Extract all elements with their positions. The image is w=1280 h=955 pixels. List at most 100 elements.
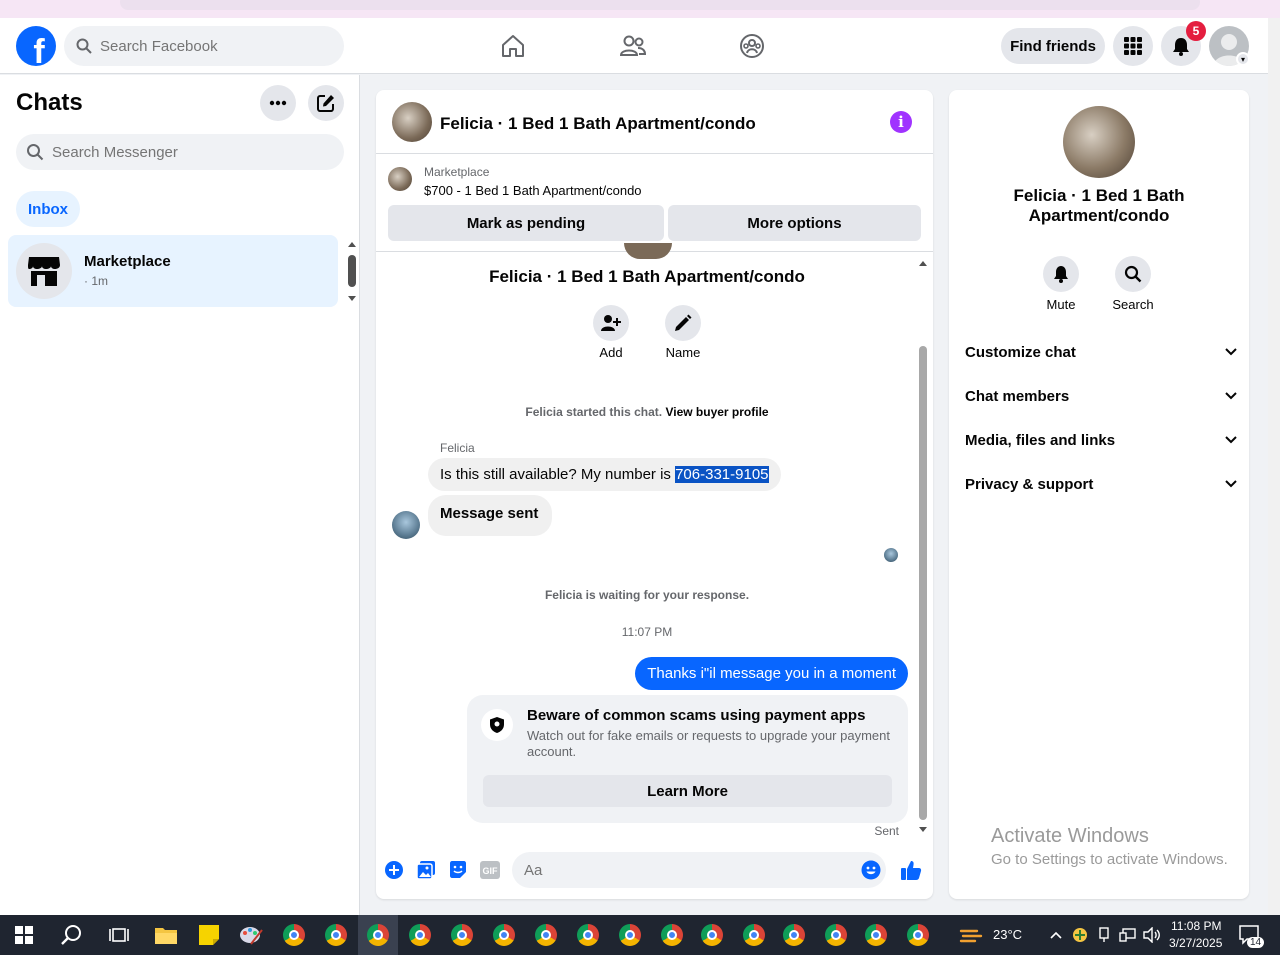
message-thread: Felicia · 1 Bed 1 Bath Apartment/condo A… [376,243,933,843]
mark-as-pending-button[interactable]: Mark as pending [388,205,664,241]
volume-icon[interactable] [1138,921,1166,949]
conversation-avatar[interactable] [392,102,432,142]
weather-icon[interactable] [958,921,986,949]
chrome-browser-icon[interactable] [698,921,726,949]
message-timestamp: 11:07 PM [621,625,673,639]
mute-button[interactable]: Mute [1031,256,1091,312]
edit-name-button[interactable]: Name [653,305,713,360]
privacy-support-label: Privacy & support [965,475,1094,493]
chrome-browser-icon[interactable] [740,921,768,949]
view-buyer-profile-link[interactable]: View buyer profile [665,405,768,419]
thread-scrollbar-thumb[interactable] [919,346,927,820]
find-friends-button[interactable]: Find friends [1001,28,1105,64]
chrome-browser-icon[interactable] [406,921,434,949]
more-options-icon[interactable] [260,85,296,121]
sent-status: Sent [874,824,899,838]
search-icon [1115,256,1151,292]
groups-icon[interactable] [736,30,768,62]
message-input[interactable] [524,861,844,879]
chat-info-panel: Felicia · 1 Bed 1 Bath Apartment/condo M… [949,90,1249,899]
new-message-icon[interactable] [308,85,344,121]
phone-number-selected[interactable]: 706-331-9105 [675,466,769,483]
sticky-notes-icon[interactable] [195,921,223,949]
facebook-search[interactable] [64,26,344,66]
media-files-links-row[interactable]: Media, files and links [965,426,1237,454]
chrome-browser-icon[interactable] [322,921,350,949]
weather-temperature[interactable]: 23°C [993,927,1022,942]
chat-members-row[interactable]: Chat members [965,382,1237,410]
chrome-browser-icon[interactable] [780,921,808,949]
chrome-browser-icon[interactable] [280,921,308,949]
message-input-wrapper[interactable] [512,852,886,888]
chat-item-name: Marketplace [84,253,171,270]
task-view-icon[interactable] [105,921,133,949]
thumbs-up-icon[interactable] [899,859,923,881]
gif-icon[interactable]: GIF [479,859,501,881]
chat-list-scrollbar[interactable] [346,237,358,307]
scam-warning-body: Watch out for fake emails or requests to… [527,728,890,759]
pencil-icon [665,305,701,341]
marketplace-listing-bar: Marketplace $700 - 1 Bed 1 Bath Apartmen… [376,155,933,252]
taskbar-date[interactable]: 3/27/2025 [1169,936,1222,950]
photo-icon[interactable] [415,859,437,881]
page-scrollbar[interactable] [1268,18,1280,915]
paint-app-icon[interactable] [237,921,265,949]
chrome-browser-icon[interactable] [616,921,644,949]
messenger-search-input[interactable] [52,143,322,161]
friends-icon[interactable] [617,30,649,62]
waiting-notice: Felicia is waiting for your response. [544,588,750,602]
messenger-search[interactable] [16,134,344,170]
conversation-title[interactable]: Felicia · 1 Bed 1 Bath Apartment/condo [440,114,756,134]
home-icon[interactable] [497,30,529,62]
taskbar-search-icon[interactable] [58,921,86,949]
more-options-button[interactable]: More options [668,205,921,241]
chrome-browser-icon[interactable] [574,921,602,949]
facebook-logo[interactable]: f [16,26,56,66]
windows-start-icon[interactable] [10,921,38,949]
chat-members-label: Chat members [965,387,1070,405]
emoji-icon[interactable] [860,859,882,881]
chrome-browser-icon[interactable] [448,921,476,949]
facebook-search-input[interactable] [100,37,320,55]
sender-avatar[interactable] [392,511,420,539]
menu-grid-icon[interactable] [1113,26,1153,66]
inbox-tab[interactable]: Inbox [16,191,80,227]
listing-thumbnail[interactable] [388,167,412,191]
info-icon[interactable]: i [890,111,912,133]
taskbar-time[interactable]: 11:08 PM [1171,919,1221,933]
add-people-button[interactable]: Add [581,305,641,360]
info-panel-avatar[interactable] [1063,106,1135,178]
address-bar[interactable] [120,0,1200,10]
message-sent-bubble[interactable]: Message sent [428,495,553,536]
windows-taskbar: 23°C 11:08 PM 3/27/2025 14 [0,915,1280,955]
sticker-icon[interactable] [447,859,469,881]
marketplace-store-icon [16,243,72,299]
plus-circle-icon[interactable] [383,859,405,881]
file-explorer-icon[interactable] [152,921,180,949]
thread-scrollbar[interactable] [917,258,929,838]
search-conversation-button[interactable]: Search [1103,256,1163,312]
chrome-browser-icon[interactable] [904,921,932,949]
mute-label: Mute [1046,297,1076,312]
outgoing-message[interactable]: Thanks i"il message you in a moment [635,657,908,690]
listing-title[interactable]: $700 - 1 Bed 1 Bath Apartment/condo [424,183,642,198]
sender-name: Felicia [440,441,475,455]
incoming-message[interactable]: Is this still available? My number is 70… [428,458,781,491]
chat-item-time: · 1m [84,274,108,288]
chrome-browser-icon[interactable] [658,921,686,949]
chrome-browser-icon[interactable] [532,921,560,949]
chat-list-item[interactable]: Marketplace · 1m [8,235,338,307]
chevron-down-icon[interactable]: ▾ [1236,52,1250,66]
thread-contact-name: Felicia · 1 Bed 1 Bath Apartment/condo [489,267,805,286]
gif-icon-label: GIF [483,866,499,876]
chrome-browser-icon[interactable] [364,921,392,949]
chrome-browser-icon[interactable] [822,921,850,949]
chrome-browser-icon[interactable] [490,921,518,949]
privacy-support-row[interactable]: Privacy & support [965,470,1237,498]
activate-windows-subtitle: Go to Settings to activate Windows. [991,851,1228,868]
incoming-message-text: Is this still available? My number is [440,466,676,483]
chrome-browser-icon[interactable] [862,921,890,949]
customize-chat-row[interactable]: Customize chat [965,338,1237,366]
conversation-panel: Felicia · 1 Bed 1 Bath Apartment/condo i… [376,90,933,899]
learn-more-button[interactable]: Learn More [483,775,892,807]
